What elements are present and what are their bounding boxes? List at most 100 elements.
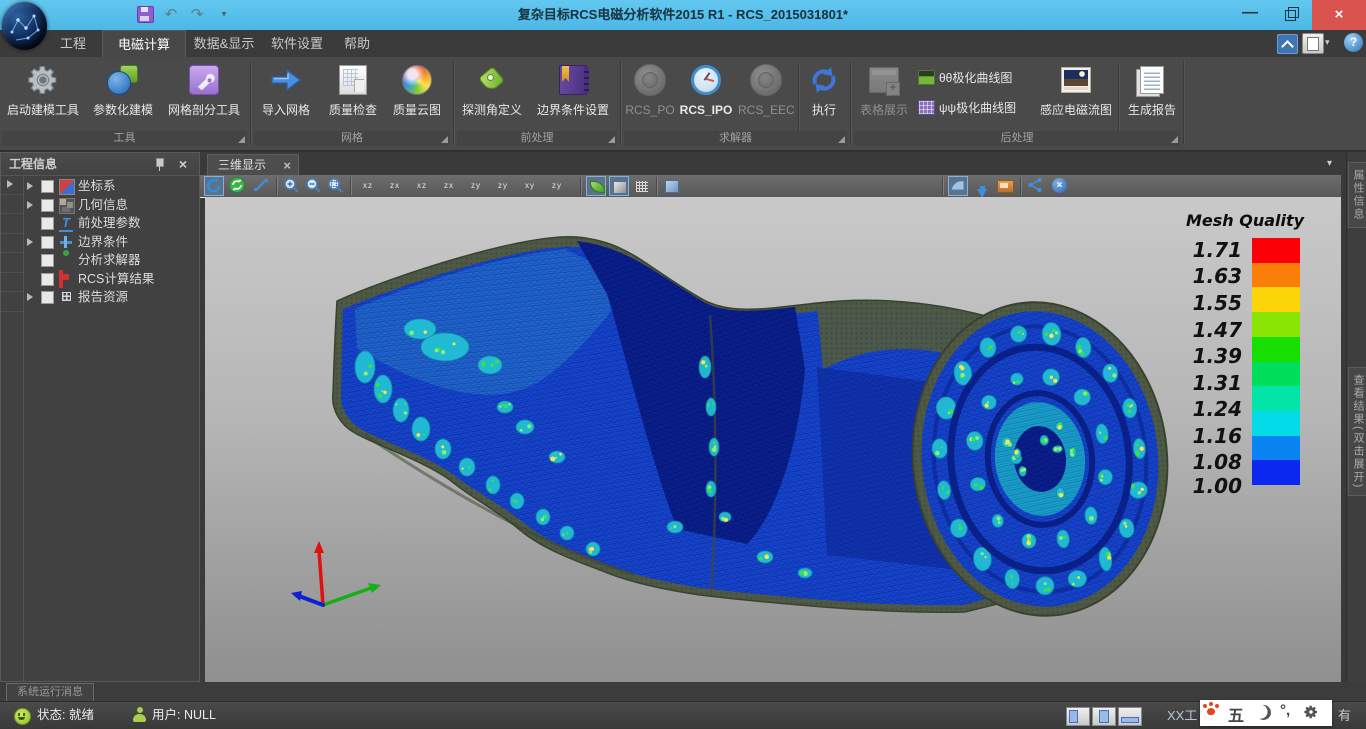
- quick-access-dropdown-icon[interactable]: ▾: [215, 7, 233, 23]
- ime-settings-gear-icon[interactable]: [1303, 704, 1319, 720]
- quality-cloudmap-button[interactable]: 质量云图: [388, 59, 446, 131]
- tree-item-rcs-results[interactable]: RCS计算结果: [23, 270, 197, 289]
- tree-item-coordinate-system[interactable]: 坐标系: [23, 177, 197, 196]
- boundary-settings-button[interactable]: 边界条件设置: [529, 59, 617, 131]
- dialog-launcher-icon[interactable]: [441, 136, 448, 143]
- checkbox[interactable]: [41, 254, 54, 267]
- tree-item-report-resource[interactable]: 报告资源: [23, 288, 197, 307]
- checkbox[interactable]: [41, 236, 54, 249]
- viewport-3d[interactable]: Mesh Quality 1.71 1.63 1.55 1.47 1.39 1.…: [205, 197, 1341, 683]
- view-preset-button[interactable]: zy: [490, 178, 516, 195]
- expander-icon[interactable]: [27, 293, 33, 301]
- rcs-po-button[interactable]: RCS_PO: [624, 59, 676, 131]
- save-icon[interactable]: [137, 6, 154, 23]
- window-style-icon[interactable]: [1302, 33, 1324, 54]
- ime-mode-toggle[interactable]: 五: [1228, 702, 1248, 726]
- zoom-out-icon[interactable]: [304, 176, 324, 196]
- view-preset-button[interactable]: xz: [409, 178, 435, 195]
- quality-check-button[interactable]: 质量检查: [324, 59, 382, 131]
- zoom-in-icon[interactable]: [282, 176, 302, 196]
- rcs-eec-button[interactable]: RCS_EEC: [738, 59, 794, 131]
- group-footer-solver[interactable]: 求解器: [624, 131, 847, 146]
- close-view-icon[interactable]: ×: [1050, 176, 1070, 196]
- dialog-launcher-icon[interactable]: [608, 136, 615, 143]
- orbit-icon[interactable]: [228, 176, 248, 196]
- grid-points-icon[interactable]: [632, 176, 652, 196]
- menu-tab-em-computation[interactable]: 电磁计算: [102, 30, 186, 57]
- tab-list-dropdown-icon[interactable]: ▾: [1327, 158, 1332, 169]
- tree-item-geometry-info[interactable]: 几何信息: [23, 196, 197, 215]
- menu-tab-help[interactable]: 帮助: [334, 30, 380, 57]
- theta-polarization-curve-button[interactable]: θθ极化曲线图: [918, 68, 1040, 88]
- undo-icon[interactable]: ↶: [162, 7, 180, 23]
- restore-button[interactable]: [1272, 0, 1308, 30]
- layout-center-icon[interactable]: [1092, 707, 1116, 726]
- checkbox[interactable]: [41, 291, 54, 304]
- tab-close-icon[interactable]: ×: [283, 155, 291, 176]
- dock-tab-properties[interactable]: 属性信息: [1348, 162, 1366, 228]
- checkbox[interactable]: [41, 199, 54, 212]
- view-preset-button[interactable]: zx: [382, 178, 408, 195]
- group-footer-postprocess[interactable]: 后处理: [854, 131, 1180, 146]
- view-preset-button[interactable]: xy: [517, 178, 543, 195]
- tree-item-preprocess-params[interactable]: T 前处理参数: [23, 214, 197, 233]
- dialog-launcher-icon[interactable]: [838, 136, 845, 143]
- induced-current-map-button[interactable]: 感应电磁流图: [1034, 59, 1118, 131]
- execute-button[interactable]: 执行: [802, 59, 846, 131]
- surface-render-icon[interactable]: [609, 176, 629, 196]
- group-footer-tools[interactable]: 工具: [2, 131, 247, 146]
- generate-report-button[interactable]: 生成报告: [1124, 59, 1180, 131]
- panel-close-icon[interactable]: ×: [175, 155, 191, 173]
- leaf-render-icon[interactable]: [586, 176, 606, 196]
- checkbox[interactable]: [41, 217, 54, 230]
- help-icon[interactable]: ?: [1344, 33, 1363, 52]
- table-display-button[interactable]: 表格展示: [856, 59, 912, 131]
- dialog-launcher-icon[interactable]: [238, 136, 245, 143]
- collapse-ribbon-icon[interactable]: [1277, 34, 1298, 54]
- export-image-icon[interactable]: [995, 176, 1015, 196]
- view-preset-button[interactable]: zy: [463, 178, 489, 195]
- minimize-button[interactable]: —: [1232, 0, 1268, 30]
- view-preset-button[interactable]: xz: [355, 178, 381, 195]
- layout-bottom-icon[interactable]: [1118, 707, 1142, 726]
- probe-angle-button[interactable]: 探测角定义: [459, 59, 525, 131]
- style-dropdown-icon[interactable]: ▾: [1325, 37, 1330, 48]
- download-view-icon[interactable]: [972, 176, 992, 196]
- ime-halfwidth-moon-icon[interactable]: [1256, 705, 1271, 720]
- tree-item-boundary-conditions[interactable]: 边界条件: [23, 233, 197, 252]
- redo-icon[interactable]: ↷: [188, 7, 206, 23]
- checkbox[interactable]: [41, 273, 54, 286]
- shaded-view-icon[interactable]: [948, 176, 968, 196]
- parametric-modeling-button[interactable]: 参数化建模: [84, 59, 162, 131]
- checkbox[interactable]: [41, 180, 54, 193]
- close-button[interactable]: ×: [1312, 0, 1366, 30]
- ime-logo-paw-icon[interactable]: [1207, 708, 1215, 715]
- screen-scale-icon[interactable]: [662, 176, 682, 196]
- group-footer-mesh[interactable]: 网格: [254, 131, 450, 146]
- rotate-icon[interactable]: [204, 176, 224, 196]
- group-footer-preprocess[interactable]: 前处理: [457, 131, 617, 146]
- menu-tab-data-display[interactable]: 数据&显示: [188, 30, 260, 57]
- ime-punctuation-toggle[interactable]: °,: [1280, 702, 1290, 719]
- tree-item-solver[interactable]: 分析求解器: [23, 251, 197, 270]
- expander-icon[interactable]: [27, 182, 33, 190]
- mesh-partition-button[interactable]: 网格剖分工具: [163, 59, 245, 131]
- dock-tab-view-results[interactable]: 查看结果(双击展开): [1348, 367, 1366, 496]
- rcs-ipo-button[interactable]: RCS_IPO: [678, 59, 734, 131]
- menu-tab-settings[interactable]: 软件设置: [264, 30, 330, 57]
- tab-3d-display[interactable]: 三维显示 ×: [207, 154, 299, 175]
- menu-tab-project[interactable]: 工程: [48, 30, 98, 57]
- view-preset-button[interactable]: zx: [436, 178, 462, 195]
- view-preset-button[interactable]: zy: [544, 178, 570, 195]
- dialog-launcher-icon[interactable]: [1171, 136, 1178, 143]
- start-modeling-button[interactable]: 启动建模工具: [6, 59, 80, 131]
- expander-icon[interactable]: [27, 201, 33, 209]
- import-mesh-button[interactable]: 导入网格: [258, 59, 314, 131]
- fit-view-icon[interactable]: [252, 176, 272, 196]
- share-flow-icon[interactable]: [1026, 176, 1046, 196]
- zoom-window-icon[interactable]: [326, 176, 346, 196]
- psi-polarization-curve-button[interactable]: ψψ极化曲线图: [918, 98, 1040, 118]
- system-message-tab[interactable]: 系统运行消息: [6, 683, 94, 702]
- root-expander-icon[interactable]: [7, 180, 13, 188]
- layout-left-icon[interactable]: [1066, 707, 1090, 726]
